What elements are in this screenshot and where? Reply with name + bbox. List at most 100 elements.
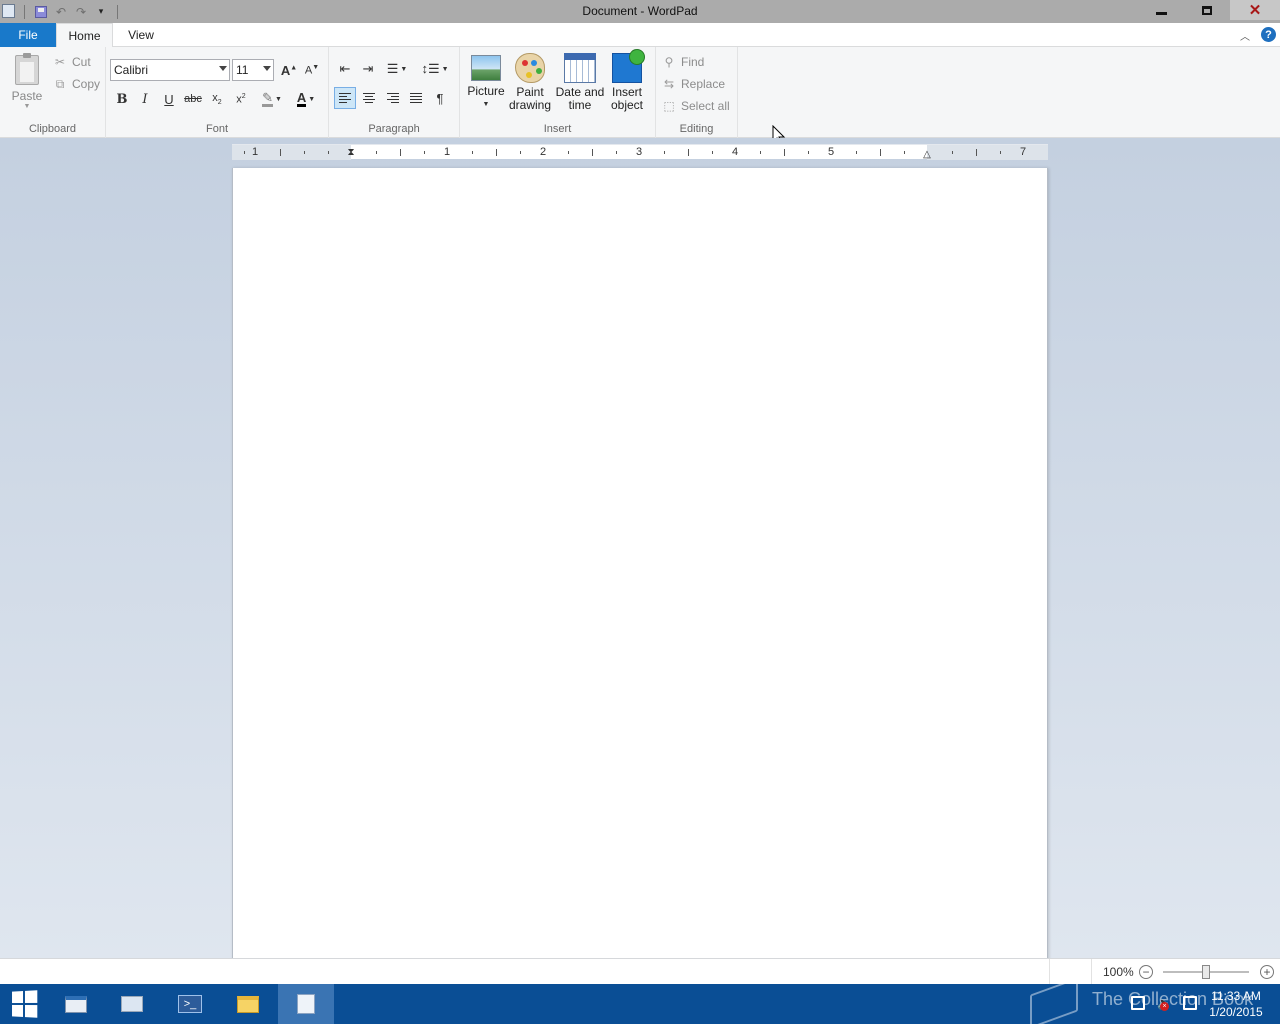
zoom-in-button[interactable]: +: [1260, 965, 1274, 979]
decrease-indent-button[interactable]: ⇤: [334, 58, 356, 80]
cut-button[interactable]: ✂ Cut: [53, 52, 91, 72]
font-size-select[interactable]: 11: [232, 59, 274, 81]
text-color-button[interactable]: A ▼: [290, 88, 322, 110]
ruler-right-margin: [927, 145, 1048, 160]
font-family-select[interactable]: Calibri: [110, 59, 230, 81]
align-left-button[interactable]: [334, 87, 356, 109]
picture-button[interactable]: Picture ▼: [466, 52, 506, 111]
action-center-icon[interactable]: [1183, 996, 1197, 1010]
grow-font-button[interactable]: A▲: [278, 59, 300, 81]
tab-view[interactable]: View: [113, 23, 169, 47]
ruler-number: 1: [443, 146, 451, 158]
highlighter-icon: ✎: [262, 89, 273, 107]
editing-group-label: Editing: [679, 123, 714, 135]
increase-indent-icon: ⇥: [362, 61, 374, 76]
start-button[interactable]: [0, 984, 48, 1024]
text-color-icon: A: [296, 89, 307, 107]
zoom-out-button[interactable]: −: [1139, 965, 1153, 979]
taskbar-file-explorer[interactable]: [220, 984, 276, 1024]
superscript-icon: x2: [236, 92, 246, 106]
highlight-color-button[interactable]: ✎ ▼: [256, 88, 288, 110]
italic-button[interactable]: I: [134, 88, 156, 110]
window-title: Document - WordPad: [582, 4, 698, 18]
align-center-icon: [363, 93, 375, 103]
taskbar-powershell[interactable]: >_: [162, 984, 218, 1024]
ruler-left-margin: [232, 145, 351, 160]
select-all-label: Select all: [681, 99, 730, 113]
align-right-button[interactable]: [382, 87, 404, 109]
date-time-button[interactable]: Date and time: [555, 52, 605, 112]
paragraph-group: ⇤ ⇥ ☰ ▼ ↕☰ ▼ ¶ Paragraph: [329, 47, 460, 138]
ruler-number: 2: [539, 146, 547, 158]
zoom-level[interactable]: 100%: [1103, 965, 1134, 979]
scissors-icon: ✂: [54, 55, 66, 69]
strikethrough-button[interactable]: abc: [182, 88, 204, 110]
superscript-button[interactable]: x2: [230, 88, 252, 110]
tab-file[interactable]: File: [0, 23, 56, 47]
cut-label: Cut: [72, 55, 91, 69]
clipboard-icon: [15, 53, 39, 85]
justify-icon: [410, 93, 422, 103]
paragraph-settings-button[interactable]: ¶: [429, 87, 451, 109]
restore-button[interactable]: [1184, 0, 1230, 20]
line-spacing-button[interactable]: ↕☰ ▼: [420, 58, 450, 80]
close-icon: ✕: [1248, 2, 1262, 19]
taskbar-wordpad[interactable]: [278, 984, 334, 1024]
paste-button[interactable]: Paste ▼: [8, 53, 46, 115]
paint-drawing-label-2: drawing: [508, 98, 552, 112]
paint-drawing-button[interactable]: Paint drawing: [508, 52, 552, 112]
wordpad-icon: [297, 994, 315, 1014]
bullets-button[interactable]: ☰ ▼: [381, 58, 413, 80]
bold-button[interactable]: B: [111, 88, 133, 110]
ruler-number: 3: [635, 146, 643, 158]
help-icon[interactable]: ?: [1261, 27, 1276, 42]
shrink-font-icon: A▼: [304, 63, 320, 77]
status-separator: [1091, 959, 1092, 985]
collapse-ribbon-icon[interactable]: ︿: [1240, 28, 1250, 43]
copy-button[interactable]: ⧉ Copy: [53, 74, 100, 94]
calendar-icon: [564, 53, 596, 83]
error-badge-icon: ×: [1160, 1002, 1169, 1011]
document-page[interactable]: [232, 168, 1048, 958]
justify-button[interactable]: [405, 87, 427, 109]
insert-object-button[interactable]: Insert object: [609, 49, 645, 112]
taskbar: >_ The Collection Book 🔈 × 11:33 AM 1/20…: [0, 977, 1280, 1024]
select-all-button[interactable]: ⬚ Select all: [662, 96, 730, 116]
system-clock[interactable]: 11:33 AM 1/20/2015: [1204, 988, 1268, 1020]
font-size-value: 11: [236, 63, 249, 77]
decrease-indent-icon: ⇤: [339, 61, 351, 76]
chevron-down-icon: ▼: [274, 95, 282, 103]
zoom-slider-thumb[interactable]: [1202, 965, 1210, 979]
right-indent-marker[interactable]: △: [923, 147, 931, 162]
minimize-icon: [1155, 11, 1167, 15]
left-indent-marker[interactable]: ⧗: [347, 145, 354, 160]
windows-logo-icon: [12, 990, 38, 1018]
status-bar: 100% − +: [0, 958, 1280, 985]
status-separator: [1049, 959, 1050, 985]
close-button[interactable]: ✕: [1230, 0, 1280, 20]
tab-home[interactable]: Home: [56, 23, 113, 48]
replace-button[interactable]: ⇆ Replace: [662, 74, 725, 94]
ruler[interactable]: 1 1 2 3 4 5 7 ⧗ △: [232, 144, 1048, 162]
copy-icon: ⧉: [55, 76, 65, 91]
folder-icon: [237, 995, 259, 1013]
find-button[interactable]: ⚲ Find: [662, 52, 705, 72]
increase-indent-button[interactable]: ⇥: [357, 58, 379, 80]
ruler-number: 5: [827, 146, 835, 158]
ribbon-tabs: File Home View ︿ ?: [0, 23, 1280, 48]
align-center-button[interactable]: [358, 87, 380, 109]
paragraph-icon: ¶: [436, 90, 444, 106]
network-icon[interactable]: [1131, 996, 1145, 1010]
chevron-down-icon: ▼: [441, 65, 449, 73]
line-spacing-icon: ↕☰: [421, 61, 440, 76]
chevron-down-icon: ▼: [400, 65, 408, 73]
insert-object-label-2: object: [610, 98, 644, 112]
minimize-button[interactable]: [1138, 0, 1184, 20]
taskbar-window-manager[interactable]: [104, 984, 160, 1024]
shrink-font-button[interactable]: A▼: [301, 59, 323, 81]
align-left-icon: [339, 93, 351, 103]
underline-button[interactable]: U: [158, 88, 180, 110]
subscript-button[interactable]: x2: [206, 88, 228, 110]
taskbar-server-manager[interactable]: [48, 984, 104, 1024]
clock-date: 1/20/2015: [1209, 1005, 1263, 1019]
